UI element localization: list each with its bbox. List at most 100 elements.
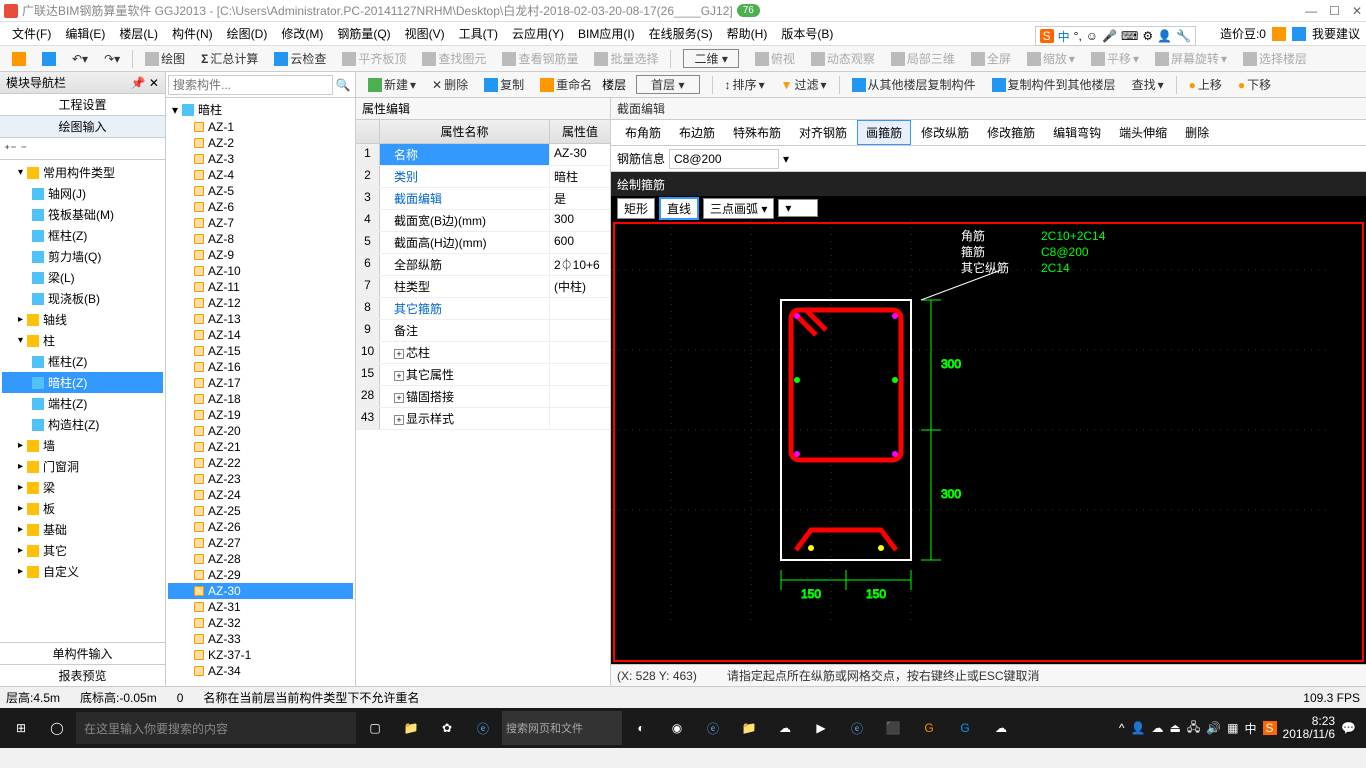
flat-top-button[interactable]: 平齐板顶 [336, 48, 412, 69]
task-view-icon[interactable]: ▢ [358, 711, 392, 745]
ime-keyboard-icon[interactable]: ⌨ [1121, 29, 1138, 43]
tree-item[interactable]: 柱 [2, 330, 163, 351]
taskbar-clock[interactable]: 8:23 2018/11/6 [1283, 715, 1336, 741]
component-item[interactable]: AZ-12 [168, 295, 353, 311]
property-row[interactable]: 2类别暗柱 [356, 166, 610, 188]
edge-icon[interactable]: ⓔ [840, 711, 874, 745]
tree-sub-item[interactable]: 剪力墙(Q) [2, 246, 163, 267]
pan-button[interactable]: 平移▾ [1085, 48, 1145, 69]
section-tab[interactable]: 修改纵筋 [913, 121, 977, 144]
tray-net-icon[interactable]: 🖧 [1187, 718, 1200, 739]
app-8-icon[interactable]: G [912, 711, 946, 745]
component-item[interactable]: AZ-15 [168, 343, 353, 359]
nav-tree[interactable]: 常用构件类型轴网(J)筏板基础(M)框柱(Z)剪力墙(Q)梁(L)现浇板(B)轴… [0, 160, 165, 642]
ie2-icon[interactable]: ⓔ [696, 711, 730, 745]
move-up-button[interactable]: ●上移 [1183, 74, 1228, 95]
property-row[interactable]: 10+芯柱 [356, 342, 610, 364]
tree-sub-item[interactable]: 筏板基础(M) [2, 204, 163, 225]
rect-button[interactable]: 矩形 [617, 198, 655, 219]
new-button[interactable]: 新建▾ [362, 74, 422, 95]
save-button[interactable] [36, 50, 62, 68]
tree-sub-item[interactable]: 暗柱(Z) [2, 372, 163, 393]
app-2-icon[interactable]: ✿ [430, 711, 464, 745]
rename-button[interactable]: 重命名 [534, 74, 598, 95]
section-tab[interactable]: 删除 [1177, 121, 1217, 144]
component-item[interactable]: AZ-10 [168, 263, 353, 279]
component-item[interactable]: AZ-23 [168, 471, 353, 487]
section-tab[interactable]: 编辑弯钩 [1045, 121, 1109, 144]
component-item[interactable]: AZ-26 [168, 519, 353, 535]
menu-bim[interactable]: BIM应用(I) [572, 23, 641, 44]
address-bar[interactable]: 搜索网页和文件 [502, 711, 622, 745]
component-item[interactable]: AZ-24 [168, 487, 353, 503]
menu-floor[interactable]: 楼层(L) [113, 23, 164, 44]
delete-button[interactable]: ✕ 删除 [426, 74, 474, 95]
copy-button[interactable]: 复制 [478, 74, 530, 95]
tab-project-settings[interactable]: 工程设置 [0, 94, 165, 116]
start-button[interactable]: ⊞ [4, 711, 38, 745]
component-item[interactable]: AZ-9 [168, 247, 353, 263]
redo-button[interactable]: ↷▾ [98, 50, 126, 68]
rotate-button[interactable]: 屏幕旋转▾ [1149, 48, 1233, 69]
expand-icon[interactable]: ⁺⁻ [4, 142, 17, 156]
color-button[interactable]: ▾ [778, 199, 818, 217]
menu-help[interactable]: 帮助(H) [721, 23, 774, 44]
tree-sub-item[interactable]: 现浇板(B) [2, 288, 163, 309]
menu-file[interactable]: 文件(F) [6, 23, 57, 44]
dynamic-view-button[interactable]: 动态观察 [805, 48, 881, 69]
tree-sub-item[interactable]: 轴网(J) [2, 183, 163, 204]
batch-select-button[interactable]: 批量选择 [588, 48, 664, 69]
menu-rebar[interactable]: 钢筋量(Q) [331, 23, 396, 44]
menu-online[interactable]: 在线服务(S) [643, 23, 719, 44]
ime-toolbar[interactable]: S 中 °, ☺ 🎤 ⌨ ⚙ 👤 🔧 [1035, 26, 1196, 46]
cortana-icon[interactable]: ◯ [40, 711, 74, 745]
tree-item[interactable]: 门窗洞 [2, 456, 163, 477]
ime-emoji-icon[interactable]: ☺ [1086, 29, 1098, 43]
check-rebar-button[interactable]: 查看钢筋量 [496, 48, 584, 69]
component-item[interactable]: AZ-28 [168, 551, 353, 567]
explorer-icon[interactable]: 📁 [732, 711, 766, 745]
tree-sub-item[interactable]: 梁(L) [2, 267, 163, 288]
component-item[interactable]: AZ-13 [168, 311, 353, 327]
tree-item[interactable]: 板 [2, 498, 163, 519]
suggest-button[interactable]: 我要建议 [1312, 25, 1360, 42]
app-6-icon[interactable]: ▶ [804, 711, 838, 745]
property-row[interactable]: 6全部纵筋2⏀10+6 [356, 254, 610, 276]
property-row[interactable]: 3截面编辑是 [356, 188, 610, 210]
component-item[interactable]: AZ-5 [168, 183, 353, 199]
component-item[interactable]: AZ-27 [168, 535, 353, 551]
component-item[interactable]: AZ-6 [168, 199, 353, 215]
sum-button[interactable]: Σ 汇总计算 [195, 48, 264, 69]
draw-button[interactable]: 绘图 [139, 48, 191, 69]
close-icon[interactable]: ✕ [1352, 4, 1362, 18]
move-down-button[interactable]: ●下移 [1232, 74, 1277, 95]
section-tab[interactable]: 端头伸缩 [1111, 121, 1175, 144]
component-tree[interactable]: ▾ 暗柱 AZ-1 AZ-2 AZ-3 AZ-4 AZ-5 AZ-6 AZ-7 … [166, 98, 355, 686]
ime-mode[interactable]: 中 [1058, 28, 1070, 45]
tree-item[interactable]: 基础 [2, 519, 163, 540]
app-10-icon[interactable]: ☁ [984, 711, 1018, 745]
component-item[interactable]: AZ-11 [168, 279, 353, 295]
property-row[interactable]: 28+锚固搭接 [356, 386, 610, 408]
section-tab[interactable]: 布边筋 [671, 121, 723, 144]
tray-ime-icon[interactable]: 中 [1245, 720, 1257, 737]
tray-up-icon[interactable]: ^ [1119, 721, 1125, 735]
pin-icon[interactable]: 📌 ✕ [131, 76, 159, 90]
property-row[interactable]: 8其它箍筋 [356, 298, 610, 320]
component-item[interactable]: AZ-2 [168, 135, 353, 151]
menu-edit[interactable]: 编辑(E) [59, 23, 111, 44]
find-button[interactable]: 查找▾ [1126, 74, 1170, 95]
section-tab[interactable]: 修改箍筋 [979, 121, 1043, 144]
tree-sub-item[interactable]: 框柱(Z) [2, 225, 163, 246]
floor-select[interactable]: 首层 ▾ [630, 73, 705, 96]
tray-people-icon[interactable]: 👤 [1131, 721, 1146, 735]
tree-item[interactable]: 常用构件类型 [2, 162, 163, 183]
bird-view-button[interactable]: 俯视 [749, 48, 801, 69]
component-item[interactable]: AZ-29 [168, 567, 353, 583]
app-7-icon[interactable]: ⬛ [876, 711, 910, 745]
taskbar-search[interactable]: 在这里输入你要搜索的内容 [76, 712, 356, 744]
tray-sogou-icon[interactable]: S [1263, 721, 1277, 735]
copy-from-button[interactable]: 从其他楼层复制构件 [846, 74, 982, 95]
select-floor-button[interactable]: 选择楼层 [1237, 48, 1313, 69]
app-3-icon[interactable]: ◐ [624, 711, 658, 745]
